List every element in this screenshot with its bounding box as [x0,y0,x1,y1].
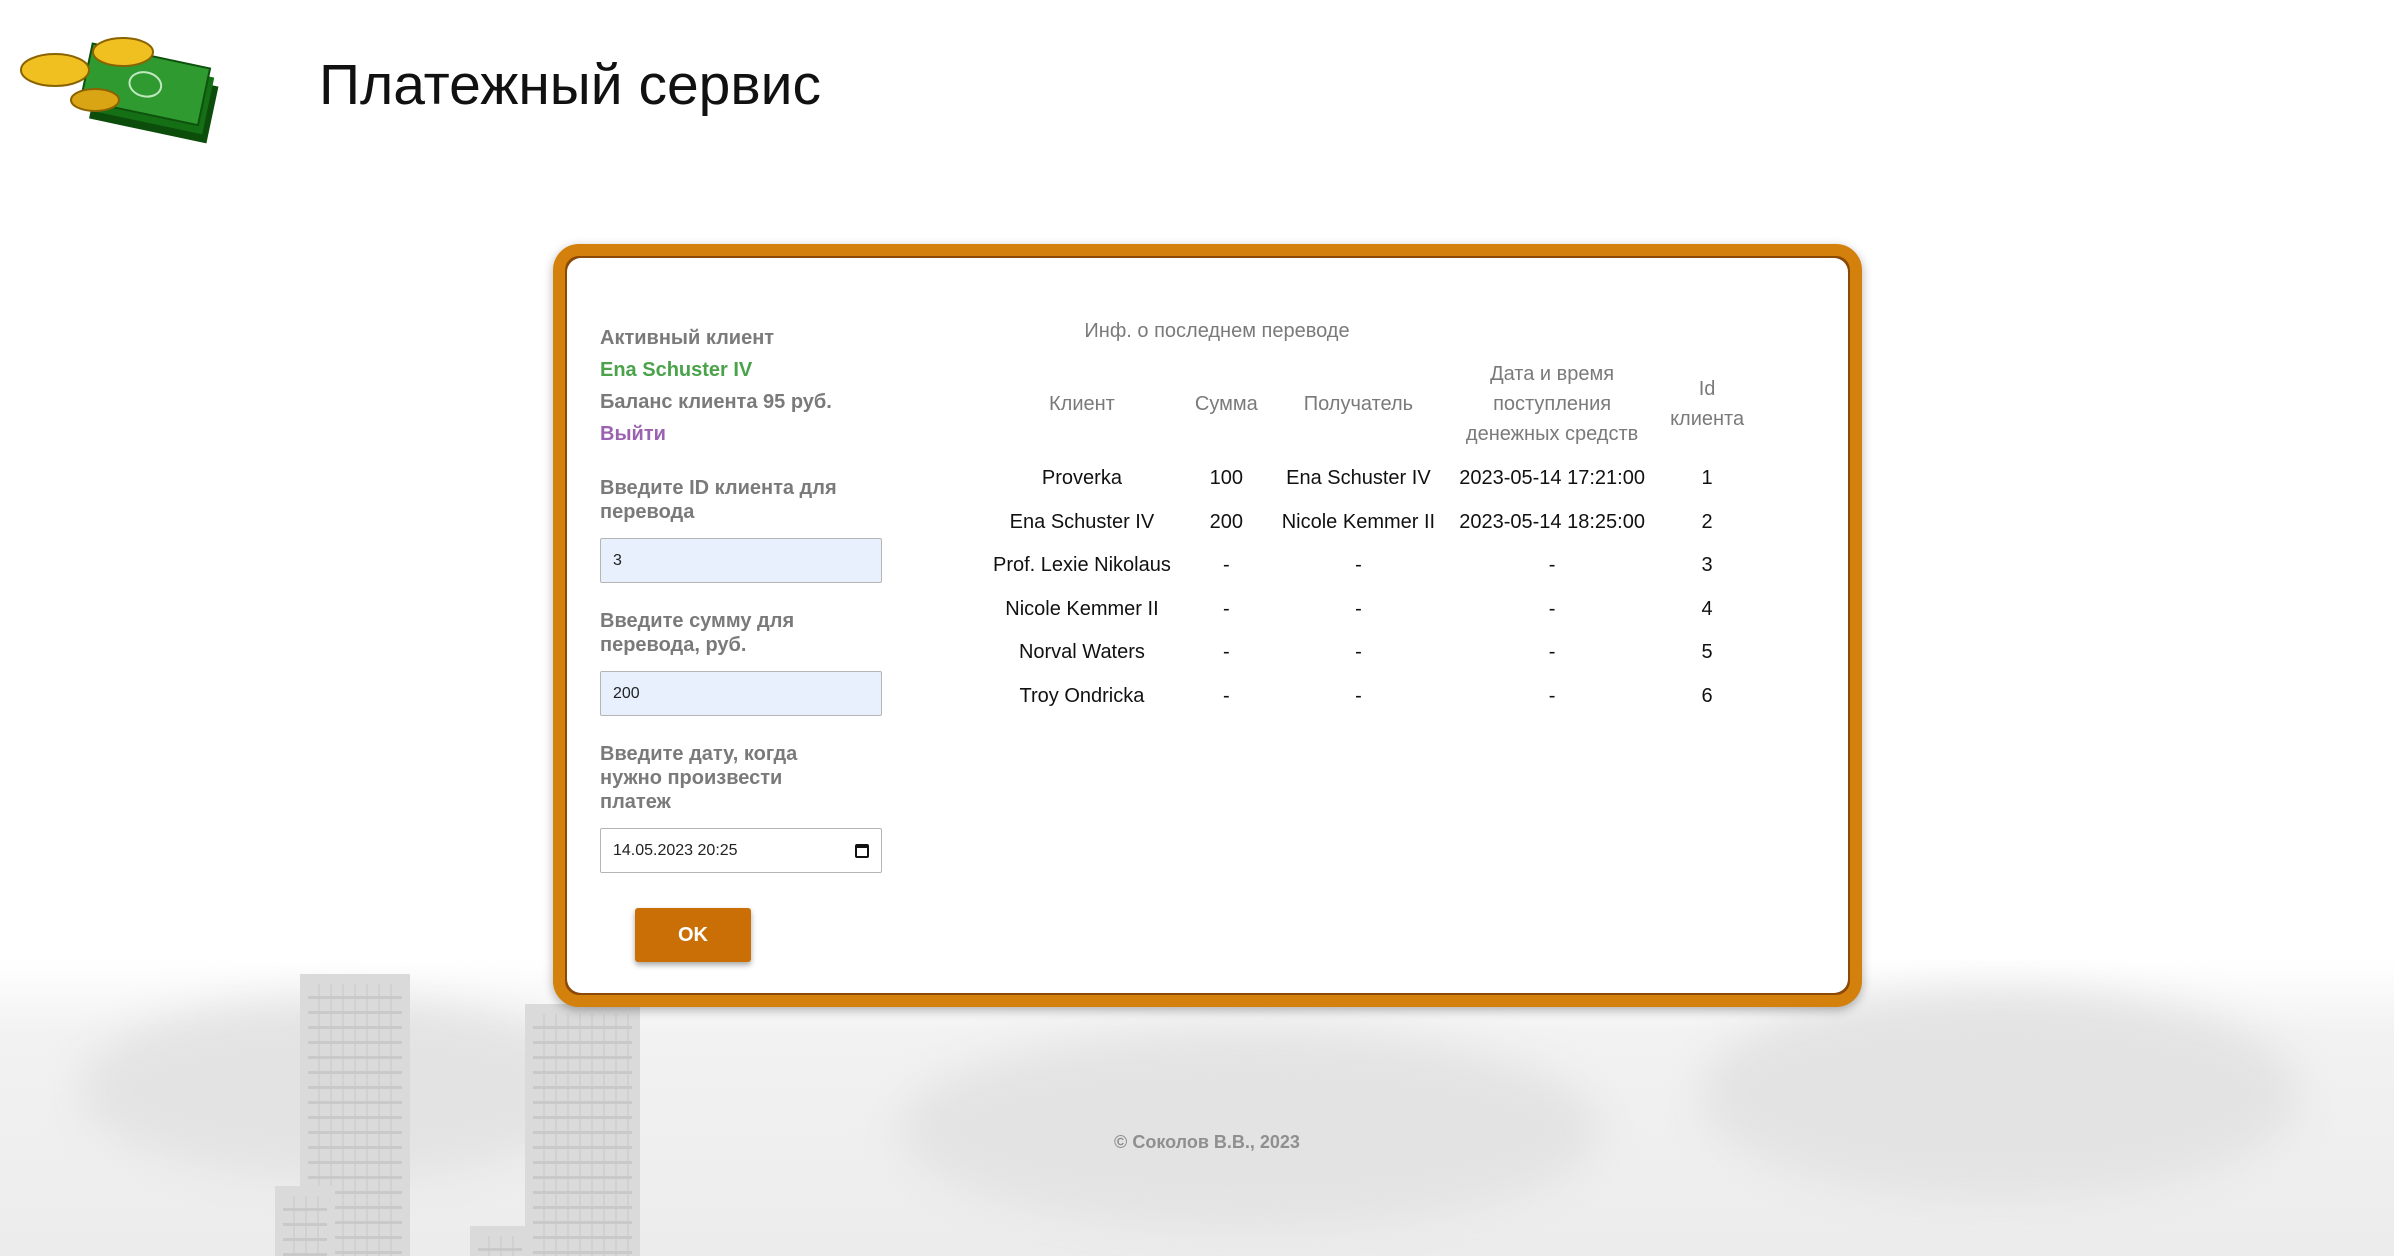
amount-input[interactable] [600,671,882,716]
cell-amount: 200 [1209,510,1243,533]
cell-datetime: 2023-05-14 18:25:00 [1459,510,1645,533]
col-recipient: Получатель [1303,393,1414,415]
footer-copyright: © Соколов В.В., 2023 [1114,1132,1300,1152]
table-row: Prof. Lexie Nikolaus - - - 3 [981,544,1757,588]
cell-amount: - [1222,641,1230,664]
cell-recipient: Ena Schuster IV [1286,467,1431,490]
ok-button[interactable]: OK [635,908,751,962]
cell-amount: - [1222,684,1230,707]
cell-datetime: - [1548,684,1556,707]
cell-client-id: 3 [1701,554,1713,577]
cell-client: Troy Ondricka [1019,684,1145,707]
cell-amount: - [1222,597,1230,620]
cell-client-id: 1 [1701,467,1713,490]
col-client-id: Id клиента [1670,378,1745,430]
col-datetime: Дата и время поступления денежных средст… [1465,363,1639,445]
page-title: Платежный сервис [319,53,821,117]
logout-link[interactable]: Выйти [600,418,666,450]
recipient-id-label: Введите ID клиента для перевода [600,477,837,523]
payment-date-label: Введите дату, когда нужно произвести пла… [600,743,798,813]
cell-client: Proverka [1041,467,1122,490]
cell-client-id: 5 [1701,641,1713,664]
cell-client-id: 6 [1701,684,1713,707]
cell-recipient: - [1355,684,1362,707]
cell-recipient: Nicole Kemmer II [1281,510,1436,533]
card-content: Активный клиент Ena Schuster IV Баланс к… [567,258,1848,993]
calendar-icon[interactable] [855,843,869,858]
table-row: Norval Waters - - - 5 [981,631,1757,675]
cell-recipient: - [1355,554,1362,577]
transfer-form: Активный клиент Ena Schuster IV Баланс к… [600,322,900,873]
amount-label: Введите сумму для перевода, руб. [600,610,795,656]
cell-amount: 100 [1209,467,1243,490]
cell-datetime: - [1548,641,1556,664]
table-row: Troy Ondricka - - - 6 [981,675,1757,719]
cell-recipient: - [1355,641,1362,664]
cell-client-id: 2 [1701,510,1713,533]
cell-recipient: - [1355,597,1362,620]
cell-datetime: 2023-05-14 17:21:00 [1459,467,1645,490]
client-balance: Баланс клиента 95 руб. [600,391,832,413]
col-amount: Сумма [1194,393,1258,415]
active-client-name: Ena Schuster IV [600,359,753,381]
cell-datetime: - [1548,554,1556,577]
col-client: Клиент [1049,393,1115,415]
cell-client: Nicole Kemmer II [1005,597,1159,620]
payment-card: Активный клиент Ena Schuster IV Баланс к… [553,244,1862,1007]
last-transfer-title: Инф. о последнем переводе [1084,320,1350,342]
active-client-label: Активный клиент [600,327,775,349]
cell-client: Ena Schuster IV [1009,510,1155,533]
table-row: Ena Schuster IV 200 Nicole Kemmer II 202… [981,501,1757,545]
table-header-row: Клиент Сумма Получатель Дата и время пос… [981,359,1757,457]
table-row: Proverka 100 Ena Schuster IV 2023-05-14 … [981,457,1757,501]
table-row: Nicole Kemmer II - - - 4 [981,588,1757,632]
cell-datetime: - [1548,597,1556,620]
cell-client-id: 4 [1701,597,1713,620]
recipient-id-input[interactable] [600,538,882,583]
cell-amount: - [1222,554,1230,577]
payment-date-input[interactable]: 14.05.2023 20:25 [600,828,882,873]
cell-client: Prof. Lexie Nikolaus [993,554,1171,577]
cell-client: Norval Waters [1018,641,1145,664]
transfers-table: Клиент Сумма Получатель Дата и время пос… [981,359,1757,718]
payment-date-value: 14.05.2023 20:25 [613,841,738,859]
money-coins-icon [20,37,219,144]
